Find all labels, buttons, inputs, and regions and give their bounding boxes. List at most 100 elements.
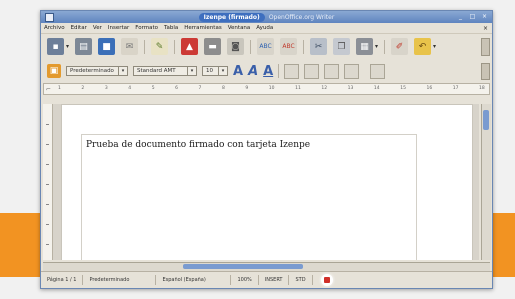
window-controls: _ □ ×	[456, 13, 489, 21]
ruler-tick: 9	[245, 86, 249, 91]
undo-dropdown-icon[interactable]: ▾	[433, 43, 436, 50]
toolbar-separator	[144, 39, 146, 54]
ruler-tick: 7	[198, 86, 202, 91]
undo-icon[interactable]: ↶	[414, 38, 432, 55]
new-document-icon[interactable]: ▪	[47, 38, 64, 55]
window-title: Izenpe (firmado) OpenOffice.org Writer	[41, 11, 492, 23]
menu-ventana[interactable]: Ventana	[228, 25, 251, 31]
copy-icon[interactable]: ❐	[333, 38, 351, 55]
horizontal-scroll-thumb[interactable]	[183, 264, 303, 269]
menu-archivo[interactable]: Archivo	[44, 25, 65, 31]
align-left-icon[interactable]	[284, 63, 300, 79]
status-zoom[interactable]: 100%	[231, 275, 259, 285]
chevron-down-icon: ▾	[187, 67, 196, 75]
align-center-icon[interactable]	[304, 63, 320, 79]
numbering-icon[interactable]	[370, 63, 386, 79]
status-style[interactable]: Predeterminado	[83, 275, 157, 285]
close-icon[interactable]: ×	[480, 13, 489, 21]
maximize-icon[interactable]: □	[468, 13, 477, 21]
ruler-tick: 10	[268, 86, 275, 91]
chevron-down-icon: ▾	[118, 67, 127, 75]
horizontal-ruler[interactable]: ⌐ 1 2 3 4 5 6 7 8 9 10 11 12 13 14 15 16…	[43, 83, 490, 95]
ruler-tick: 13	[347, 86, 354, 91]
font-size-value: 10	[206, 68, 213, 74]
menu-ayuda[interactable]: Ayuda	[256, 25, 273, 31]
font-size-select[interactable]: 10 ▾	[202, 66, 228, 76]
menu-formato[interactable]: Formato	[135, 25, 158, 31]
toolbar-separator	[250, 39, 252, 54]
status-selection-mode[interactable]: STD	[289, 275, 313, 285]
spellcheck-icon[interactable]: ABC	[257, 38, 275, 55]
status-insert-mode[interactable]: INSERT	[259, 275, 290, 285]
menu-ver[interactable]: Ver	[93, 25, 102, 31]
close-document-icon[interactable]: ×	[483, 25, 488, 32]
ruler-tick: 1	[58, 86, 61, 91]
ruler-tick: 4	[128, 86, 132, 91]
title-bar: Izenpe (firmado) OpenOffice.org Writer _…	[41, 11, 492, 23]
toolbar-separator	[174, 39, 176, 54]
paste-icon[interactable]: ▦	[356, 38, 374, 55]
open-folder-icon[interactable]: ▤	[75, 38, 93, 55]
ruler-tick: 5	[151, 86, 155, 91]
vertical-ruler[interactable]	[43, 104, 53, 260]
document-canvas: Prueba de documento firmado con tarjeta …	[43, 104, 479, 260]
email-icon[interactable]: ✉	[121, 38, 139, 55]
underline-icon[interactable]: A	[263, 64, 273, 79]
menu-tabla[interactable]: Tabla	[164, 25, 178, 31]
bold-icon[interactable]: A	[233, 64, 243, 79]
ruler-tick: 14	[373, 86, 380, 91]
ruler-tick: 11	[295, 86, 301, 91]
menu-editar[interactable]: Editar	[71, 25, 87, 31]
digital-signature-icon[interactable]	[320, 274, 333, 286]
paragraph-style-select[interactable]: Predeterminado ▾	[66, 66, 128, 76]
toolbar-separator	[278, 64, 280, 78]
tab-stop-icon[interactable]: ⌐	[46, 86, 51, 93]
print-icon[interactable]: ▬	[204, 38, 222, 55]
ruler-tick: 6	[175, 86, 178, 91]
formatting-toolbar: ▣ Predeterminado ▾ Standard AMT ▾ 10 ▾ A…	[41, 59, 492, 83]
ruler-tick: 2	[81, 86, 85, 91]
status-bar: Página 1 / 1 Predeterminado Español (Esp…	[41, 271, 492, 288]
standard-toolbar: ▪ ▾ ▤ ■ ✉ ✎ ▲ ▬ ◙ ABC ABC ✂ ❐ ▦ ▾ ✐ ↶ ▾	[41, 34, 492, 59]
ruler-tick: 16	[426, 86, 433, 91]
save-icon[interactable]: ■	[98, 38, 116, 55]
font-name-value: Standard AMT	[137, 68, 176, 74]
ruler-tick: 17	[452, 86, 459, 91]
horizontal-scrollbar[interactable]	[43, 262, 490, 271]
document-text[interactable]: Prueba de documento firmado con tarjeta …	[86, 140, 310, 150]
page-preview-icon[interactable]: ◙	[227, 38, 245, 55]
status-page[interactable]: Página 1 / 1	[41, 275, 84, 285]
status-language[interactable]: Español (España)	[156, 275, 232, 285]
export-pdf-icon[interactable]: ▲	[181, 38, 199, 55]
edit-file-icon[interactable]: ✎	[151, 38, 169, 55]
minimize-icon[interactable]: _	[456, 13, 465, 21]
cut-icon[interactable]: ✂	[310, 38, 328, 55]
toolbar-separator	[303, 39, 305, 54]
menu-insertar[interactable]: Insertar	[108, 25, 129, 31]
font-name-select[interactable]: Standard AMT ▾	[133, 66, 197, 76]
ruler-tick: 18	[479, 86, 485, 91]
paragraph-style-value: Predeterminado	[70, 68, 114, 74]
align-right-icon[interactable]	[324, 63, 340, 79]
toolbar-overflow-icon[interactable]	[481, 38, 490, 56]
app-title: OpenOffice.org Writer	[268, 13, 335, 21]
justify-icon[interactable]	[344, 63, 360, 79]
writer-window: Izenpe (firmado) OpenOffice.org Writer _…	[40, 10, 493, 289]
italic-icon[interactable]: A	[248, 64, 258, 79]
styles-formatting-icon[interactable]: ▣	[47, 64, 61, 78]
vertical-scrollbar[interactable]	[481, 104, 491, 260]
toolbar-overflow-icon[interactable]	[481, 63, 490, 80]
clone-formatting-icon[interactable]: ✐	[391, 38, 409, 55]
ruler-tick: 15	[400, 86, 406, 91]
ruler-ticks: 1 2 3 4 5 6 7 8 9 10 11 12 13 14 15 16 1…	[58, 86, 485, 91]
document-title: Izenpe (firmado)	[198, 12, 265, 22]
ruler-tick: 3	[104, 86, 108, 91]
vertical-scroll-thumb[interactable]	[483, 110, 489, 130]
menu-bar: Archivo Editar Ver Insertar Formato Tabl…	[41, 23, 492, 34]
chevron-down-icon: ▾	[218, 67, 227, 75]
menu-herramientas[interactable]: Herramientas	[184, 25, 221, 31]
new-dropdown-icon[interactable]: ▾	[66, 43, 69, 50]
autospellcheck-icon[interactable]: ABC	[280, 38, 298, 55]
paste-dropdown-icon[interactable]: ▾	[375, 43, 378, 50]
ruler-tick: 12	[321, 86, 328, 91]
